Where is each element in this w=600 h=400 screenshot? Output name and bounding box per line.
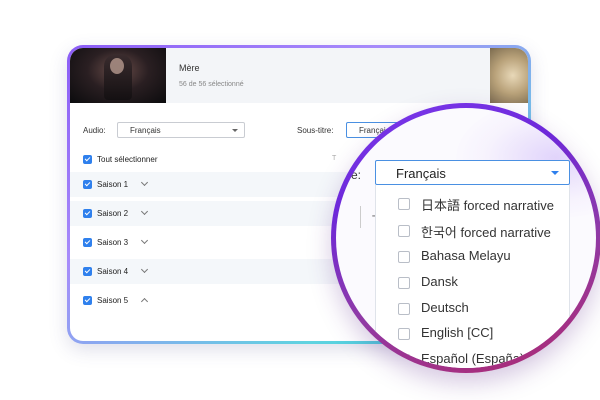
subtitle-option[interactable]: 한국어 forced narrative	[376, 220, 569, 246]
magnified-subtitle-select[interactable]: Français	[375, 160, 570, 185]
divider	[360, 206, 361, 228]
audio-label: Audio:	[83, 126, 106, 135]
select-all-checkbox[interactable]	[83, 155, 92, 164]
option-label: Deutsch	[421, 300, 469, 315]
magnified-select-value: Français	[396, 166, 446, 181]
option-label: 日本語 forced narrative	[421, 198, 554, 213]
movie-header: Mère 56 de 56 sélectionné	[70, 48, 528, 103]
option-label: 한국어 forced narrative	[421, 225, 551, 240]
subtitle-option[interactable]: Deutsch	[376, 298, 569, 324]
subtitle-option[interactable]: 日本語 forced narrative	[376, 193, 569, 219]
subtitle-option[interactable]: Español (España)	[376, 349, 569, 368]
magnifier-view: e: T Français 日本語 forced narrative 한국어 f…	[336, 108, 596, 368]
subtitle-option[interactable]: English [CC]	[376, 323, 569, 349]
season-2-label: Saison 2	[97, 209, 129, 218]
subtitle-option[interactable]: Dansk	[376, 272, 569, 298]
season-3-checkbox[interactable]	[83, 238, 92, 247]
option-label: Bahasa Melayu	[421, 248, 511, 263]
subtitle-label: Sous-titre:	[297, 126, 334, 135]
magnifier-lens: e: T Français 日本語 forced narrative 한국어 f…	[331, 103, 600, 373]
option-checkbox[interactable]	[398, 277, 410, 289]
season-3-label: Saison 3	[97, 238, 129, 247]
season-5-checkbox[interactable]	[83, 296, 92, 305]
subtitle-option[interactable]: Bahasa Melayu	[376, 246, 569, 272]
stage: Mère 56 de 56 sélectionné Audio: Françai…	[0, 0, 600, 400]
chevron-down-icon	[232, 129, 238, 132]
next-movie-thumbnail[interactable]	[490, 48, 528, 103]
chevron-down-icon	[551, 171, 559, 175]
option-label: Español (España)	[421, 351, 525, 366]
season-4-label: Saison 4	[97, 267, 129, 276]
chevron-up-icon[interactable]	[140, 297, 149, 306]
chevron-down-icon[interactable]	[140, 236, 149, 245]
subtitle-dropdown-list: 日本語 forced narrative 한국어 forced narrativ…	[375, 185, 570, 368]
season-4-checkbox[interactable]	[83, 267, 92, 276]
movie-title: Mère	[179, 63, 200, 73]
season-2-checkbox[interactable]	[83, 209, 92, 218]
audio-select-value: Français	[130, 126, 161, 135]
column-header-hint: T	[332, 155, 337, 162]
season-5-label: Saison 5	[97, 296, 129, 305]
movie-thumbnail	[70, 48, 166, 103]
option-checkbox[interactable]	[398, 225, 410, 237]
option-checkbox[interactable]	[398, 328, 410, 340]
select-all-label: Tout sélectionner	[97, 155, 158, 164]
season-1-label: Saison 1	[97, 180, 129, 189]
movie-selection-count: 56 de 56 sélectionné	[179, 81, 244, 88]
option-checkbox[interactable]	[398, 198, 410, 210]
option-checkbox[interactable]	[398, 303, 410, 315]
option-label: Dansk	[421, 274, 458, 289]
magnified-subtitle-label: e:	[351, 168, 362, 182]
season-1-checkbox[interactable]	[83, 180, 92, 189]
option-checkbox[interactable]	[398, 251, 410, 263]
option-label: English [CC]	[421, 325, 494, 340]
audio-select[interactable]: Français	[117, 122, 245, 138]
option-checkbox[interactable]	[398, 354, 410, 366]
thumbnail-face	[110, 58, 124, 74]
